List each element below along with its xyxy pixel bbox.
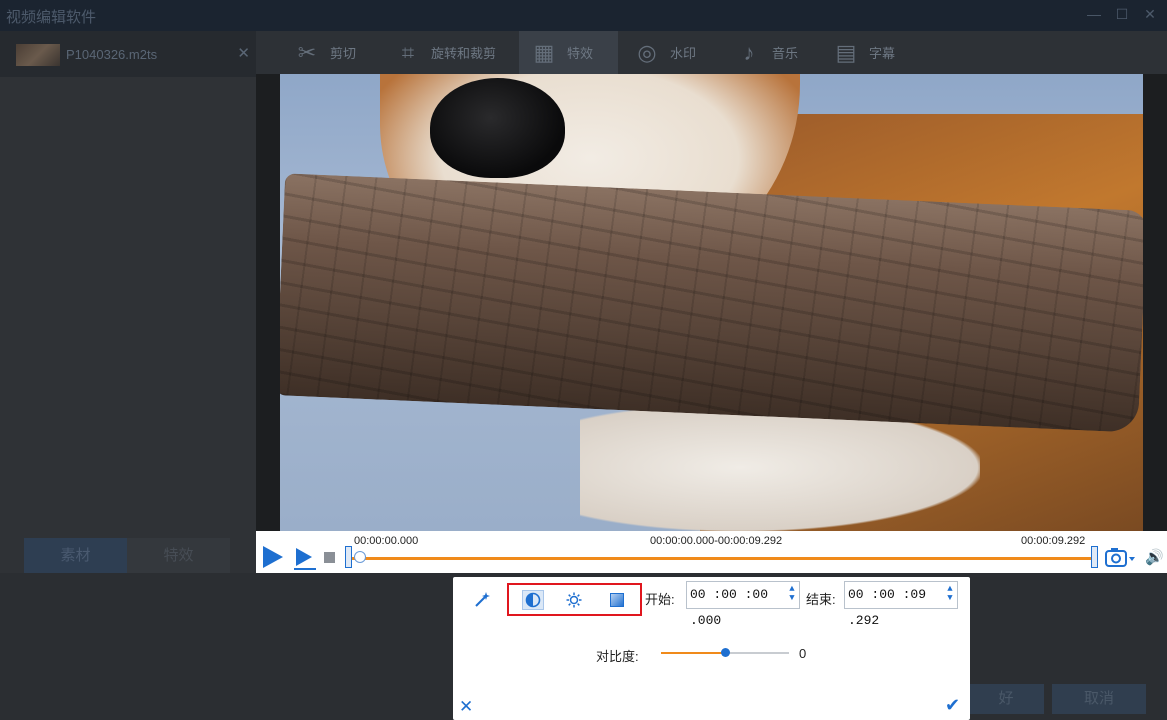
start-time-spinner[interactable]: ▲ ▼	[787, 585, 797, 603]
stop-icon[interactable]	[324, 552, 335, 563]
contrast-slider[interactable]	[661, 648, 789, 657]
dog-nose	[430, 78, 565, 178]
effects-icon: ▦	[533, 39, 555, 65]
tab-materials[interactable]: 素材	[24, 538, 127, 574]
saturation-icon[interactable]	[606, 590, 628, 610]
tool-watermark-label: 水印	[670, 46, 697, 61]
contrast-slider-fill	[661, 652, 725, 654]
timeline-start-handle[interactable]	[345, 546, 352, 568]
video-frame	[280, 74, 1143, 531]
tool-effects-label: 特效	[567, 46, 594, 61]
end-time-spinner[interactable]: ▲ ▼	[945, 585, 955, 603]
end-time-value: 00 :00 :09 .292	[848, 587, 927, 628]
timeline-start-time: 00:00:00.000	[354, 535, 419, 547]
timeline-end-handle[interactable]	[1091, 546, 1098, 568]
end-label: 结束:	[806, 592, 836, 607]
tool-cut[interactable]: ✂ 剪切	[292, 31, 356, 74]
minimize-icon[interactable]: —	[1087, 7, 1101, 21]
scissors-icon: ✂	[297, 39, 317, 65]
start-time-value: 00 :00 :00 .000	[690, 587, 769, 628]
contrast-label: 对比度:	[596, 649, 639, 664]
tool-effects[interactable]: ▦ 特效	[519, 31, 618, 74]
contrast-slider-knob[interactable]	[720, 648, 730, 657]
tool-watermark[interactable]: ◎ 水印	[632, 31, 696, 74]
title-bar: 视频编辑软件 — ☐ ✕	[0, 0, 1167, 31]
ok-button[interactable]: 好	[968, 684, 1044, 714]
window-controls: — ☐ ✕	[1087, 7, 1157, 21]
end-time-input[interactable]: 00 :00 :09 .292 ▲ ▼	[844, 581, 958, 628]
video-preview-area	[256, 74, 1167, 531]
subtitle-icon: ▤	[835, 39, 857, 65]
tool-cut-label: 剪切	[330, 46, 357, 61]
tab-effects[interactable]: 特效	[127, 538, 230, 574]
contrast-icon[interactable]	[522, 590, 544, 610]
close-icon[interactable]: ✕	[1143, 7, 1157, 21]
effect-settings-panel: 开始: 00 :00 :00 .000 ▲ ▼ 结束: 00 :00 :09 .2…	[453, 577, 970, 720]
volume-icon[interactable]: 🔊	[1145, 548, 1164, 566]
playhead-knob[interactable]	[354, 551, 366, 563]
file-thumbnail	[16, 44, 60, 66]
tool-music[interactable]: ♪ 音乐	[734, 31, 799, 74]
magic-wand-icon[interactable]	[473, 591, 491, 614]
play-selection-icon[interactable]	[292, 546, 318, 575]
file-name: P1040326.m2ts	[66, 47, 158, 62]
tool-music-label: 音乐	[772, 46, 799, 61]
tool-rotate-crop-label: 旋转和裁剪	[431, 46, 497, 61]
tool-subtitle-label: 字幕	[869, 46, 896, 61]
timeline-range: 00:00:00.000-00:00:09.292	[650, 535, 783, 547]
edit-toolbar: ✂ 剪切 ⌗ 旋转和裁剪 ▦ 特效 ◎ 水印 ♪ 音乐 ▤ 字幕	[256, 31, 1167, 74]
apply-check-icon[interactable]: ✔	[945, 695, 960, 716]
file-tab[interactable]: P1040326.m2ts ✕	[0, 31, 256, 77]
cancel-button[interactable]: 取消	[1052, 684, 1146, 714]
tool-rotate-crop[interactable]: ⌗ 旋转和裁剪	[393, 31, 496, 74]
media-tabs: 素材 特效	[24, 538, 230, 574]
start-time-input[interactable]: 00 :00 :00 .000 ▲ ▼	[686, 581, 800, 628]
effect-type-group	[507, 583, 642, 616]
timeline-track[interactable]	[352, 557, 1095, 560]
maximize-icon[interactable]: ☐	[1115, 7, 1129, 21]
media-panel: P1040326.m2ts ✕ 素材 特效	[0, 31, 256, 576]
timeline-bar: 00:00:00.000 00:00:00.000-00:00:09.292 0…	[256, 531, 1167, 573]
watermark-icon: ◎	[637, 39, 657, 65]
file-close-icon[interactable]: ✕	[237, 44, 250, 62]
snapshot-camera-icon[interactable]	[1105, 547, 1139, 574]
discard-icon[interactable]: ✕	[459, 697, 473, 717]
start-label: 开始:	[645, 592, 675, 607]
timeline-end-time: 00:00:09.292	[1021, 535, 1086, 547]
tree-branch	[280, 173, 1143, 433]
window-title: 视频编辑软件	[6, 9, 97, 26]
play-icon[interactable]	[263, 546, 283, 568]
tool-subtitle[interactable]: ▤ 字幕	[831, 31, 895, 74]
crop-icon: ⌗	[401, 39, 415, 65]
music-icon: ♪	[743, 39, 755, 65]
contrast-value: 0	[799, 646, 807, 661]
brightness-icon[interactable]	[563, 590, 585, 610]
